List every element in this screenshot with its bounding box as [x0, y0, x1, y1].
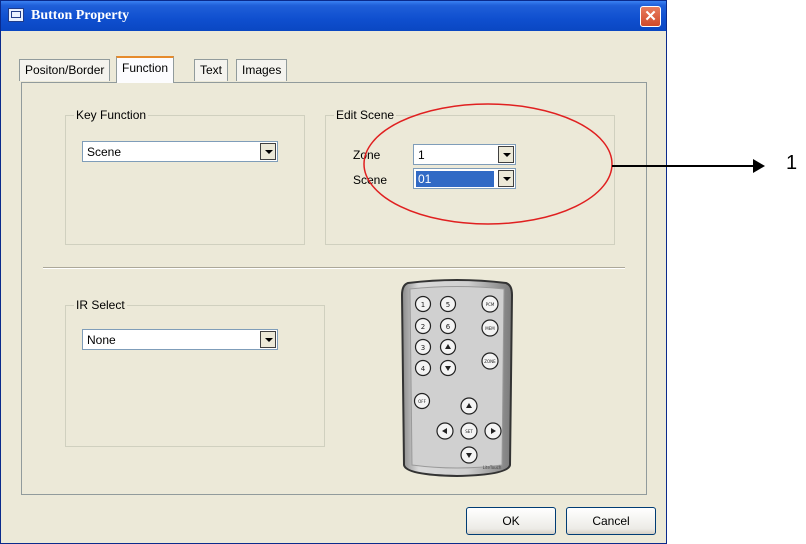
annotation-number: 1	[786, 152, 798, 174]
svg-text:2: 2	[421, 323, 425, 331]
close-button[interactable]: ✕	[640, 6, 661, 27]
svg-text:OFF: OFF	[418, 399, 426, 404]
window-title: Button Property	[31, 8, 130, 23]
svg-text:SET: SET	[465, 429, 473, 434]
svg-text:6: 6	[446, 323, 451, 331]
close-icon: ✕	[644, 8, 657, 25]
ir-select-group: IR Select	[65, 298, 325, 447]
svg-text:5: 5	[446, 301, 450, 309]
svg-text:ZONE: ZONE	[484, 359, 496, 364]
key-function-group: Key Function	[65, 108, 305, 245]
svg-text:4: 4	[421, 365, 426, 373]
ok-button[interactable]: OK	[466, 507, 556, 535]
tab-text[interactable]: Text	[194, 59, 229, 81]
window-icon	[8, 8, 24, 22]
highlight-ellipse	[363, 103, 613, 225]
ir-select-dropdown[interactable]: None	[82, 329, 278, 350]
tab-position-border[interactable]: Positon/Border	[19, 59, 111, 81]
arrow-right-icon	[753, 159, 765, 173]
svg-text:3: 3	[421, 344, 425, 352]
remote-brand: LiteTouch	[483, 465, 502, 470]
key-function-select[interactable]: Scene	[82, 141, 278, 162]
tab-images[interactable]: Images	[236, 59, 288, 81]
key-function-value: Scene	[87, 145, 122, 159]
chevron-down-icon[interactable]	[260, 331, 276, 348]
svg-text:MEM: MEM	[485, 326, 495, 331]
cancel-button[interactable]: Cancel	[566, 507, 656, 535]
ir-select-legend: IR Select	[74, 298, 127, 312]
annotation-arrow-line	[612, 165, 755, 167]
tab-function[interactable]: Function	[116, 56, 175, 83]
remote-control-image: 1 5 2 6 3 4 PCM MEM ZONE OFF SET LiteTou…	[400, 279, 514, 477]
svg-text:PCM: PCM	[486, 302, 495, 307]
chevron-down-icon[interactable]	[260, 143, 276, 160]
key-function-legend: Key Function	[74, 108, 149, 122]
title-bar[interactable]: Button Property ✕	[1, 1, 666, 31]
separator-line	[43, 267, 625, 269]
button-property-dialog: Button Property ✕ Positon/Border Functio…	[0, 0, 667, 544]
svg-text:1: 1	[421, 301, 425, 309]
ir-select-value: None	[87, 333, 116, 347]
